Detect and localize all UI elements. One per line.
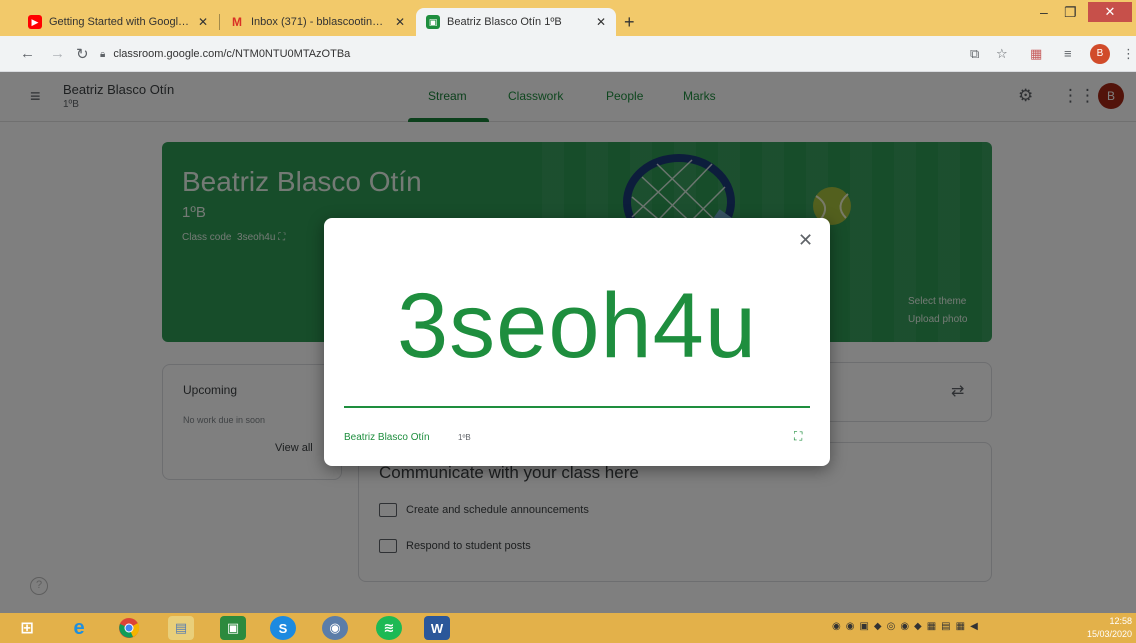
bookmark-star-icon[interactable]: ☆ [996,46,1008,62]
file-explorer-icon[interactable]: ▤ [168,616,194,640]
tab-close-icon[interactable]: ✕ [596,15,606,29]
dialog-class-name: Beatriz Blasco Otín [344,432,430,443]
enlarged-class-code: 3seoh4u [397,275,757,377]
clock-time: 12:58 [1109,616,1132,626]
word-icon[interactable]: W [424,616,450,640]
classroom-page: ≡ Beatriz Blasco Otín 1ºB Stream Classwo… [0,72,1136,613]
browser-tab-gmail[interactable]: M Inbox (371) - bblascootin@gmai ✕ [220,8,415,36]
forward-arrow-icon[interactable]: → [50,45,65,62]
tab-close-icon[interactable]: ✕ [198,15,208,29]
restore-button[interactable]: ❐ [1064,4,1077,21]
clock-date: 15/03/2020 [1086,629,1132,639]
class-code-dialog: ✕ 3seoh4u Beatriz Blasco Otín 1ºB ⛶ [324,218,830,466]
browser-menu-icon[interactable]: ⋮ [1122,46,1135,62]
store-icon[interactable]: ▣ [220,616,246,640]
skype-icon[interactable]: S [270,616,296,640]
tab-close-icon[interactable]: ✕ [395,15,405,29]
classroom-icon: ▣ [426,15,440,29]
spotify-icon[interactable]: ≋ [376,616,402,640]
window-close-button[interactable]: ✕ [1088,2,1132,22]
lock-icon: 🔒︎ [100,48,106,60]
browser-tab-youtube[interactable]: ▶ Getting Started with Google Cla: ✕ [18,8,218,36]
windows-start-icon[interactable]: ⊞ [14,616,40,640]
browser-tab-classroom[interactable]: ▣ Beatriz Blasco Otín 1ºB ✕ [416,8,616,36]
chrome-icon[interactable] [116,616,142,640]
back-arrow-icon[interactable]: ← [20,45,35,62]
app-icon[interactable]: ◉ [322,616,348,640]
dialog-divider [344,406,810,408]
reload-icon[interactable]: ↻ [76,45,89,63]
taskbar-clock[interactable]: 12:58 15/03/2020 [1078,615,1132,641]
dialog-close-icon[interactable]: ✕ [798,230,813,251]
system-tray-icons[interactable]: ◉◉▣◆◎◉◆▦▤▦◀ [832,621,983,632]
dialog-class-section: 1ºB [458,433,471,442]
internet-explorer-icon[interactable]: e [66,616,92,640]
profile-avatar[interactable]: B [1090,44,1110,64]
extension-icon[interactable]: ▦ [1030,46,1042,62]
minimize-button[interactable]: ‒ [1040,4,1048,20]
address-bar[interactable]: 🔒︎ classroom.google.com/c/NTM0NTU0MTAzOT… [100,42,960,66]
tab-title: Beatriz Blasco Otín 1ºB [447,16,562,28]
url-text: classroom.google.com/c/NTM0NTU0MTAzOTBa [113,48,351,60]
new-tab-button[interactable]: + [624,12,635,33]
gmail-icon: M [232,15,242,29]
windows-taskbar: ⊞ e ▤ ▣ S ◉ ≋ W ◉◉▣◆◎◉◆▦▤▦◀ 12:58 15/03/… [0,613,1136,643]
browser-tab-bar: ▶ Getting Started with Google Cla: ✕ M I… [0,0,1136,36]
translate-icon[interactable]: ⧉ [970,46,979,62]
tab-title: Getting Started with Google Cla: [49,16,190,28]
browser-toolbar: ← → ↻ 🔒︎ classroom.google.com/c/NTM0NTU0… [0,36,1136,72]
tab-title: Inbox (371) - bblascootin@gmai [251,16,387,28]
youtube-icon: ▶ [28,15,42,29]
reading-list-icon[interactable]: ≡ [1064,46,1072,61]
fullscreen-icon[interactable]: ⛶ [794,429,802,444]
